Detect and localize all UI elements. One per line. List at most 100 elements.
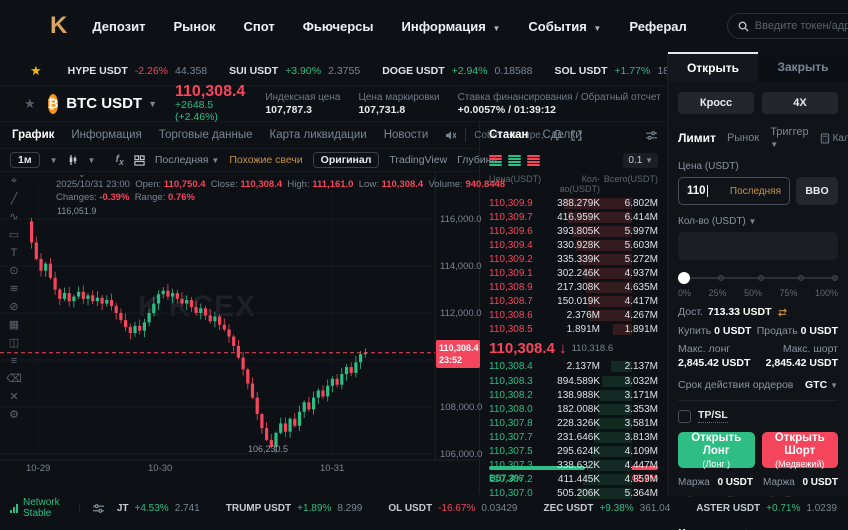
interval-select[interactable]: 1м — [10, 152, 40, 168]
order-type-market[interactable]: Рынок — [727, 132, 759, 144]
price-input-value[interactable]: 110 — [687, 185, 708, 197]
bottom-ticker-item[interactable]: ZEC USDT+9.38%361.04 — [543, 503, 670, 514]
pair-favorite-icon[interactable]: ★ — [24, 96, 36, 112]
ask-row[interactable]: 110,308.9217.308K4.635M — [481, 281, 666, 295]
chart-tab-1[interactable]: Информация — [71, 129, 141, 141]
crosshair-icon[interactable]: ⌖ — [11, 176, 17, 187]
bottom-ticker-item[interactable]: ASTER USDT+0.71%1.0239 — [696, 503, 837, 514]
calculator-link[interactable]: Кальк. — [820, 133, 848, 144]
list-icon[interactable]: ≡ — [11, 356, 17, 367]
bid-row[interactable]: 110,307.7231.646K3.813M — [481, 430, 666, 444]
interval-caret-icon[interactable]: ▼ — [50, 156, 58, 165]
candle-style-icon[interactable] — [68, 154, 78, 166]
ask-row[interactable]: 110,309.1302.246K4.937M — [481, 266, 666, 280]
tpsl-checkbox[interactable] — [678, 410, 691, 423]
search-input[interactable] — [755, 20, 848, 32]
transfer-swap-icon[interactable] — [777, 308, 788, 317]
ask-row[interactable]: 110,309.9388.279K6.802M — [481, 196, 666, 210]
bid-row[interactable]: 110,307.8228.326K3.581M — [481, 416, 666, 430]
ticker-item[interactable]: HYPE USDT-2.26%44.358 — [68, 65, 208, 77]
bid-row[interactable]: 110,308.2138.988K3.171M — [481, 388, 666, 402]
kcex-logo-icon[interactable]: K — [50, 12, 66, 40]
view-asks-icon[interactable] — [527, 155, 540, 166]
view-bids-icon[interactable] — [508, 155, 521, 166]
settings-icon[interactable]: ⚙ — [9, 410, 19, 421]
quantity-input[interactable] — [678, 232, 838, 260]
bid-row[interactable]: 110,308.0182.008K3.353M — [481, 402, 666, 416]
order-type-trigger[interactable]: Триггер ▼ — [770, 126, 808, 150]
rectangle-icon[interactable]: ▭ — [9, 230, 19, 241]
bid-row[interactable]: 110,308.3894.589K3.032M — [481, 374, 666, 388]
bbo-button[interactable]: BBO — [796, 177, 838, 205]
ask-row[interactable]: 110,309.2335.339K5.272M — [481, 252, 666, 266]
compare-icon[interactable]: ◫ — [9, 338, 19, 349]
bid-row[interactable]: 110,307.2411.445K4.859M — [481, 473, 666, 487]
open-short-button[interactable]: Открыть Шорт(Медвежий) — [762, 432, 839, 468]
point-icon[interactable]: ⊙ — [9, 266, 18, 277]
ticker-item[interactable]: SUI USDT+3.90%2.3755 — [229, 65, 360, 77]
leverage-button[interactable]: 4X — [762, 92, 838, 114]
forbid-icon[interactable]: ⊘ — [9, 302, 18, 313]
precision-select[interactable]: 0.1 ▼ — [623, 153, 658, 168]
bottom-ticker-item[interactable]: JT+4.53%2.741 — [117, 503, 200, 514]
chart-tab-2[interactable]: Торговые данные — [159, 129, 253, 141]
mode-original[interactable]: Оригинал — [313, 152, 380, 168]
candlestick-chart[interactable]: ⌄ 2025/10/31 23:00 Open: 110,750.4 Close… — [0, 172, 480, 494]
pair-symbol[interactable]: BTC USDT — [66, 95, 142, 112]
bid-row[interactable]: 110,307.3338.632K4.447M — [481, 459, 666, 473]
grid-icon[interactable]: ▦ — [9, 320, 19, 331]
bottom-ticker-item[interactable]: TRUMP USDT+1.89%8.299 — [226, 503, 363, 514]
tab-trades[interactable]: Сделки — [542, 129, 581, 141]
token-search[interactable] — [727, 13, 848, 39]
mode-tradingview[interactable]: TradingView — [389, 154, 447, 166]
remove-icon[interactable]: ✕ — [9, 392, 18, 403]
ask-row[interactable]: 110,308.7150.019K4.417M — [481, 295, 666, 309]
ask-row[interactable]: 110,309.7416.959K6.414M — [481, 210, 666, 224]
mute-speaker-icon[interactable] — [445, 130, 457, 141]
margin-mode-button[interactable]: Кросс — [678, 92, 754, 114]
pair-dropdown-icon[interactable]: ▼ — [148, 99, 157, 109]
view-both-icon[interactable] — [489, 155, 502, 166]
order-type-limit[interactable]: Лимит — [678, 131, 716, 145]
tab-close[interactable]: Закрыть — [758, 52, 848, 82]
use-last-price-button[interactable]: Последняя — [730, 186, 781, 197]
favorites-star-icon[interactable]: ★ — [30, 63, 42, 79]
nav-item-futures[interactable]: Фьючерсы — [303, 19, 374, 34]
nav-item-referral[interactable]: Реферал — [629, 19, 686, 34]
price-input[interactable]: 110 Последняя — [678, 177, 790, 205]
candle-style-caret-icon[interactable]: ▼ — [88, 156, 96, 165]
nav-item-market[interactable]: Рынок — [173, 19, 215, 34]
open-long-button[interactable]: Открыть Лонг(Лонг ) — [678, 432, 755, 468]
nav-item-info[interactable]: Информация ▼ — [402, 19, 501, 34]
price-source-select[interactable]: Последняя ▼ — [155, 154, 220, 166]
ask-row[interactable]: 110,309.4330.928K5.603M — [481, 238, 666, 252]
bid-row[interactable]: 110,308.42.137M2.137M — [481, 360, 666, 374]
tab-orderbook[interactable]: Стакан — [489, 129, 528, 141]
size-slider[interactable] — [678, 273, 838, 283]
nav-item-events[interactable]: События ▼ — [528, 19, 601, 34]
nav-item-deposit[interactable]: Депозит — [92, 19, 145, 34]
layout-grid-icon[interactable] — [134, 155, 145, 166]
bid-row[interactable]: 110,307.5295.624K4.109M — [481, 445, 666, 459]
nav-item-spot[interactable]: Спот — [244, 19, 275, 34]
indicators-fx-icon[interactable]: fx — [115, 153, 123, 167]
text-icon[interactable]: T — [11, 248, 18, 259]
trendline-icon[interactable]: ╱ — [11, 194, 18, 205]
ticker-settings-icon[interactable] — [92, 503, 105, 514]
eraser-icon[interactable]: ⌫ — [6, 374, 22, 385]
ask-row[interactable]: 110,309.6393.805K5.997M — [481, 224, 666, 238]
chart-canvas[interactable] — [0, 172, 480, 472]
orderbook-settings-icon[interactable] — [645, 130, 658, 141]
ask-row[interactable]: 110,308.51.891M1.891M — [481, 323, 666, 337]
chart-tab-4[interactable]: Новости — [384, 129, 429, 141]
ask-row[interactable]: 110,308.62.376M4.267M — [481, 309, 666, 323]
tab-open[interactable]: Открыть — [668, 52, 758, 82]
pattern-icon[interactable]: ≋ — [9, 284, 18, 295]
slider-thumb[interactable] — [678, 272, 690, 284]
wave-icon[interactable]: ∿ — [9, 212, 18, 223]
ticker-item[interactable]: DOGE USDT+2.94%0.18588 — [382, 65, 532, 77]
tif-select[interactable]: GTC ▼ — [805, 379, 838, 391]
bottom-ticker-item[interactable]: OL USDT-16.67%0.03429 — [388, 503, 517, 514]
chart-tab-0[interactable]: График — [12, 129, 54, 141]
similar-candles-link[interactable]: Похожие свечи — [229, 154, 302, 166]
